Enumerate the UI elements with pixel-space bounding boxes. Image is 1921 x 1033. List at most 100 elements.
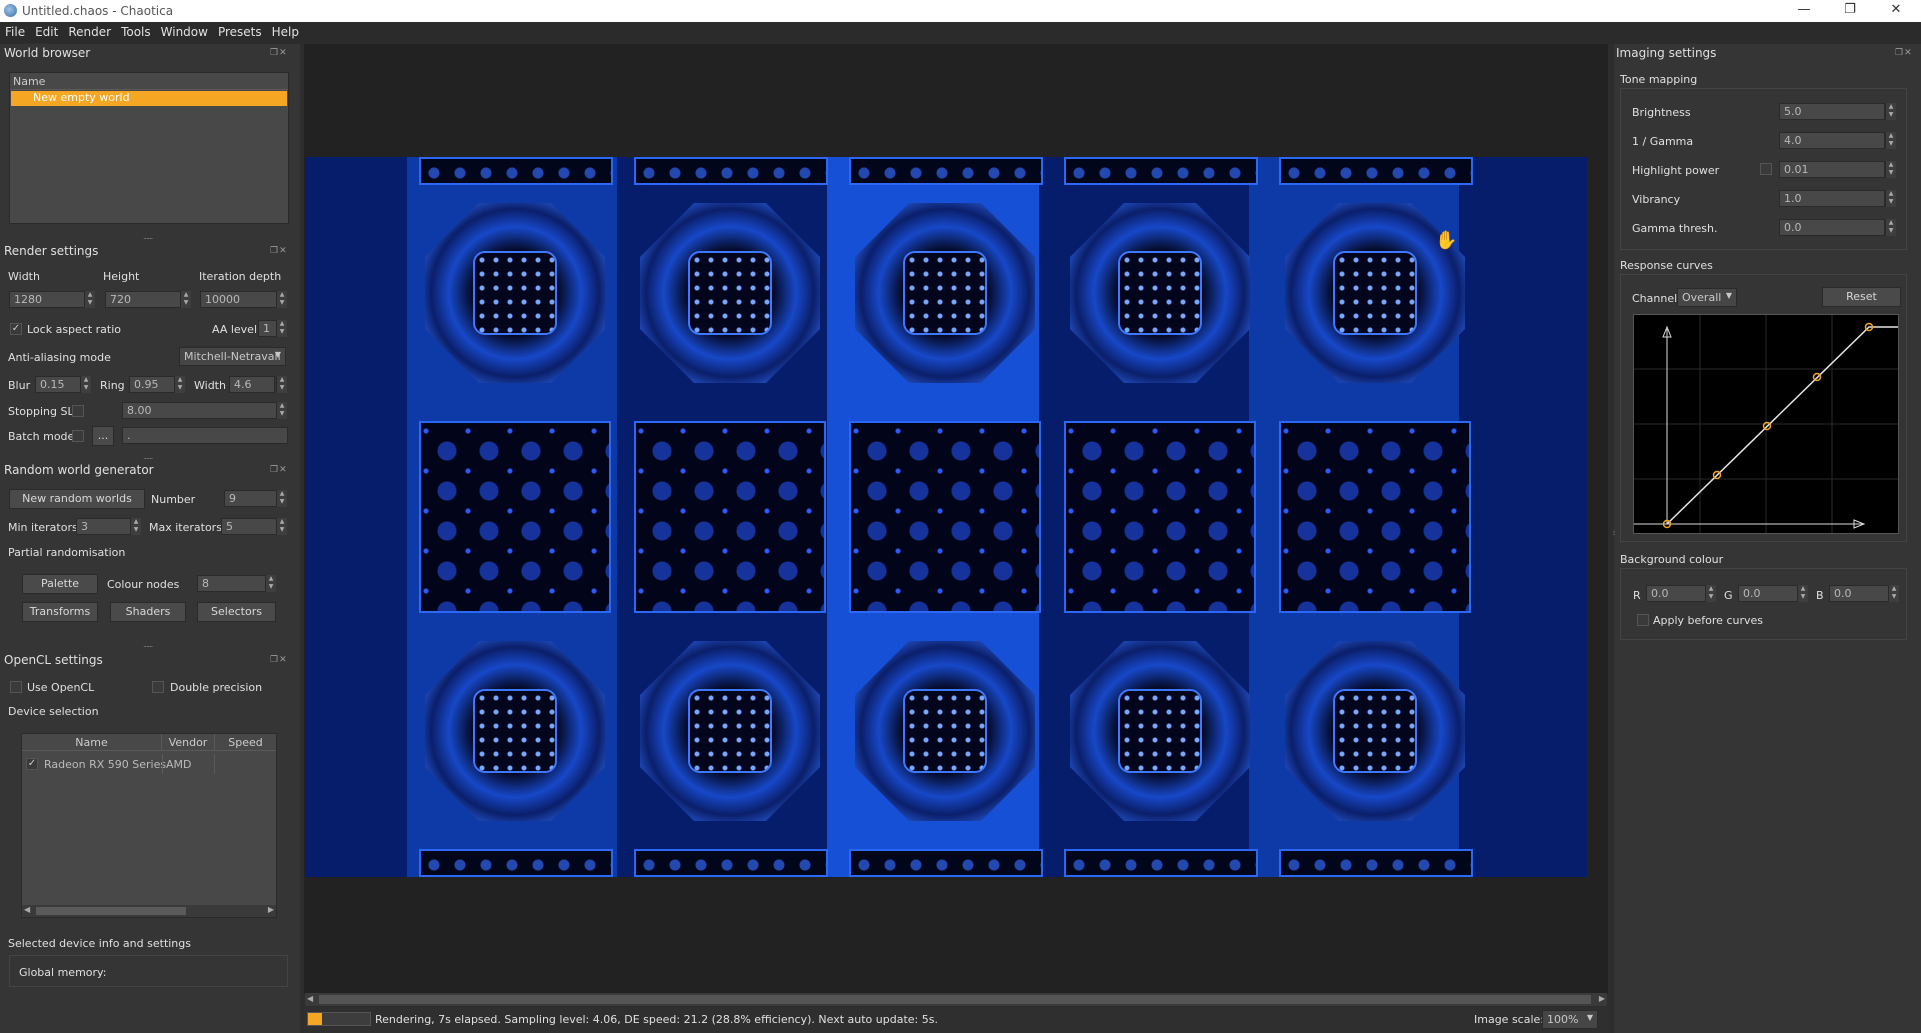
- table-row[interactable]: ✓ Radeon RX 590 Series AMD: [22, 754, 276, 774]
- splitter-grip-icon[interactable]: ......: [143, 452, 153, 461]
- width-input[interactable]: 1280: [9, 291, 87, 308]
- device-checkbox[interactable]: ✓: [26, 758, 38, 770]
- colour-nodes-input[interactable]: 8: [197, 575, 269, 592]
- batch-mode-checkbox[interactable]: [72, 430, 84, 442]
- max-iterators-input[interactable]: 5: [221, 518, 278, 535]
- curve-graph[interactable]: [1634, 315, 1898, 533]
- number-input[interactable]: 9: [224, 490, 278, 507]
- device-table-scrollbar[interactable]: ◀ ▶: [22, 905, 276, 917]
- blur-spinner[interactable]: ▲ ▼: [80, 376, 91, 393]
- scrollbar-thumb[interactable]: [36, 907, 186, 915]
- vibrancy-spinner[interactable]: ▲ ▼: [1885, 190, 1896, 207]
- world-list-item[interactable]: New empty world: [11, 91, 287, 106]
- highlight-power-spinner[interactable]: ▲ ▼: [1885, 161, 1896, 178]
- brightness-spinner[interactable]: ▲ ▼: [1885, 103, 1896, 120]
- dock-float-close-icon[interactable]: ❐✕: [270, 655, 288, 665]
- r-spinner[interactable]: ▲ ▼: [1705, 585, 1716, 602]
- lock-aspect-checkbox[interactable]: ✓: [10, 323, 22, 335]
- world-list[interactable]: Name New empty world: [9, 72, 289, 224]
- colour-nodes-spinner[interactable]: ▲ ▼: [265, 575, 276, 592]
- apply-before-curves-checkbox[interactable]: [1637, 614, 1649, 626]
- stopping-sl-spinner[interactable]: ▲ ▼: [276, 402, 287, 419]
- g-input[interactable]: 0.0: [1738, 585, 1798, 602]
- restore-button[interactable]: ❐: [1827, 0, 1873, 22]
- stopping-sl-input[interactable]: 8.00: [122, 402, 278, 419]
- filter-width-spinner[interactable]: ▲ ▼: [276, 376, 287, 393]
- iteration-depth-input[interactable]: 10000: [200, 291, 278, 308]
- height-input[interactable]: 720: [105, 291, 183, 308]
- height-spinner[interactable]: ▲ ▼: [180, 291, 191, 308]
- batch-path-input[interactable]: .: [122, 427, 288, 444]
- palette-button[interactable]: Palette: [22, 574, 98, 594]
- splitter-grip-icon[interactable]: ......: [143, 640, 153, 649]
- minimize-button[interactable]: —: [1781, 0, 1827, 22]
- r-label: R: [1633, 589, 1641, 602]
- reset-curves-button[interactable]: Reset: [1822, 287, 1901, 307]
- aa-level-input[interactable]: 1: [258, 320, 278, 337]
- scroll-right-icon[interactable]: ▶: [268, 905, 274, 914]
- menu-help[interactable]: Help: [267, 22, 304, 39]
- min-iterators-input[interactable]: 3: [76, 518, 132, 535]
- b-spinner[interactable]: ▲ ▼: [1888, 585, 1899, 602]
- scroll-left-icon[interactable]: ◀: [307, 994, 313, 1003]
- column-name[interactable]: Name: [22, 734, 162, 751]
- selectors-button[interactable]: Selectors: [197, 602, 276, 622]
- batch-browse-button[interactable]: ...: [92, 426, 114, 446]
- g-spinner[interactable]: ▲ ▼: [1797, 585, 1808, 602]
- iteration-depth-spinner[interactable]: ▲ ▼: [276, 291, 287, 308]
- min-iterators-spinner[interactable]: ▲ ▼: [130, 518, 141, 535]
- column-speed[interactable]: Speed: [215, 734, 276, 751]
- world-browser-title: World browser: [4, 46, 91, 60]
- viewport-scrollbar[interactable]: ◀ ▶: [305, 993, 1607, 1006]
- menu-presets[interactable]: Presets: [213, 22, 267, 39]
- scroll-right-icon[interactable]: ▶: [1599, 994, 1605, 1003]
- ring-input[interactable]: 0.95: [129, 376, 175, 393]
- image-scale-select[interactable]: 100% ▼: [1542, 1010, 1598, 1029]
- new-random-worlds-button[interactable]: New random worlds: [9, 489, 145, 509]
- splitter-grip-icon[interactable]: ......: [143, 232, 153, 241]
- column-vendor[interactable]: Vendor: [162, 734, 215, 751]
- gamma-thresh-spinner[interactable]: ▲ ▼: [1885, 219, 1896, 236]
- dock-float-close-icon[interactable]: ❐✕: [270, 246, 288, 256]
- menu-file[interactable]: File: [0, 22, 30, 39]
- r-input[interactable]: 0.0: [1646, 585, 1706, 602]
- menu-tools[interactable]: Tools: [116, 22, 156, 39]
- menu-edit[interactable]: Edit: [30, 22, 63, 39]
- blur-input[interactable]: 0.15: [35, 376, 81, 393]
- menu-render[interactable]: Render: [63, 22, 116, 39]
- aa-level-spinner[interactable]: ▲ ▼: [276, 320, 287, 337]
- menu-window[interactable]: Window: [156, 22, 213, 39]
- shaders-button[interactable]: Shaders: [110, 602, 186, 622]
- use-opencl-checkbox[interactable]: [10, 681, 22, 693]
- filter-width-input[interactable]: 4.6: [229, 376, 275, 393]
- gamma-spinner[interactable]: ▲ ▼: [1885, 132, 1896, 149]
- render-tile: [634, 635, 826, 827]
- dock-float-close-icon[interactable]: ❐✕: [270, 465, 288, 475]
- world-list-header[interactable]: Name: [10, 73, 288, 90]
- double-precision-checkbox[interactable]: [152, 681, 164, 693]
- gamma-thresh-input[interactable]: 0.0: [1779, 219, 1885, 236]
- stopping-sl-checkbox[interactable]: [72, 405, 84, 417]
- dock-float-close-icon[interactable]: ❐✕: [1895, 48, 1913, 58]
- scroll-left-icon[interactable]: ◀: [24, 905, 30, 914]
- splitter-grip-icon[interactable]: ···: [1609, 530, 1618, 535]
- response-curve-editor[interactable]: [1633, 314, 1899, 534]
- number-spinner[interactable]: ▲ ▼: [276, 490, 287, 507]
- dock-float-close-icon[interactable]: ❐✕: [270, 48, 288, 58]
- highlight-power-checkbox[interactable]: [1760, 163, 1772, 175]
- gamma-input[interactable]: 4.0: [1779, 132, 1885, 149]
- scrollbar-thumb[interactable]: [319, 995, 1591, 1004]
- b-input[interactable]: 0.0: [1829, 585, 1889, 602]
- close-button[interactable]: ✕: [1873, 0, 1919, 22]
- brightness-input[interactable]: 5.0: [1779, 103, 1885, 120]
- render-image[interactable]: [305, 157, 1587, 877]
- aa-mode-select[interactable]: Mitchell-Netravali ▼: [179, 347, 286, 366]
- transforms-button[interactable]: Transforms: [22, 602, 98, 622]
- width-spinner[interactable]: ▲ ▼: [84, 291, 95, 308]
- ring-spinner[interactable]: ▲ ▼: [174, 376, 185, 393]
- channel-select[interactable]: Overall ▼: [1677, 288, 1737, 307]
- vibrancy-input[interactable]: 1.0: [1779, 190, 1885, 207]
- device-table[interactable]: Name Vendor Speed ✓ Radeon RX 590 Series…: [21, 733, 277, 918]
- highlight-power-input[interactable]: 0.01: [1779, 161, 1885, 178]
- max-iterators-spinner[interactable]: ▲ ▼: [276, 518, 287, 535]
